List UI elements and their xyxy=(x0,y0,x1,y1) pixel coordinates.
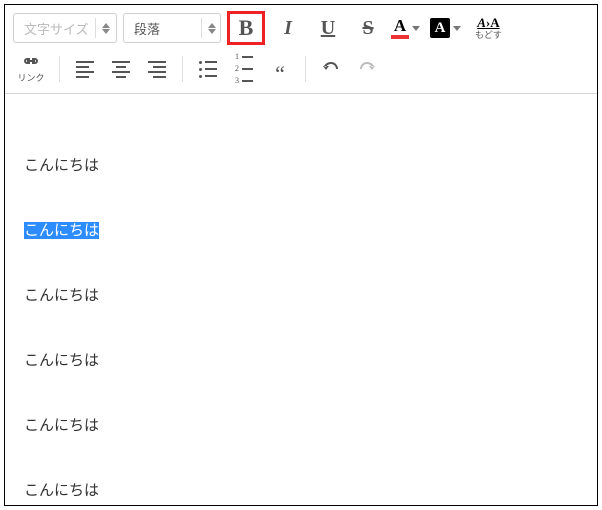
redo-button[interactable] xyxy=(352,54,382,84)
align-center-icon xyxy=(112,61,130,78)
align-left-button[interactable] xyxy=(70,54,100,84)
redo-icon xyxy=(358,58,376,81)
paragraph-line[interactable]: こんにちは xyxy=(24,349,578,370)
chevron-down-icon xyxy=(412,26,420,31)
underline-button[interactable]: U xyxy=(311,13,345,43)
paragraph-line[interactable]: こんにちは xyxy=(24,219,578,240)
align-left-icon xyxy=(76,61,94,78)
italic-button[interactable]: I xyxy=(271,13,305,43)
italic-icon: I xyxy=(284,17,292,40)
paragraph-line[interactable]: こんにちは xyxy=(24,414,578,435)
undo-icon xyxy=(322,58,340,81)
paragraph-label: 段落 xyxy=(134,19,195,38)
align-right-button[interactable] xyxy=(142,54,172,84)
underline-icon: U xyxy=(321,17,335,40)
highlight-color-button[interactable]: A xyxy=(430,18,461,38)
align-right-icon xyxy=(148,61,166,78)
bold-button[interactable]: B xyxy=(227,11,265,45)
font-size-select[interactable]: 文字サイズ xyxy=(13,13,117,43)
editor-area-wrap: こんにちは こんにちは こんにちは こんにちは こんにちは こんにちは xyxy=(4,93,598,506)
toolbar-row-1: 文字サイズ 段落 B I U S xyxy=(13,11,589,45)
bold-icon: B xyxy=(239,15,254,41)
align-center-button[interactable] xyxy=(106,54,136,84)
link-icon xyxy=(20,54,42,72)
paragraph-line[interactable]: こんにちは xyxy=(24,284,578,305)
bullet-list-button[interactable] xyxy=(193,54,223,84)
ordered-list-button[interactable]: 1 2 3 xyxy=(229,54,259,84)
blockquote-button[interactable]: “ xyxy=(265,54,295,84)
spinner-icon xyxy=(208,23,216,34)
ordered-list-icon: 1 2 3 xyxy=(235,53,253,85)
paragraph-line[interactable]: こんにちは xyxy=(24,479,578,500)
link-button[interactable]: リンク xyxy=(13,54,49,84)
paragraph-line[interactable]: こんにちは xyxy=(24,154,578,175)
clear-format-icon: A›A xyxy=(477,16,499,29)
paragraph-select[interactable]: 段落 xyxy=(123,13,221,43)
toolbar: 文字サイズ 段落 B I U S xyxy=(5,5,597,87)
editor-frame: 文字サイズ 段落 B I U S xyxy=(4,4,598,506)
text-color-button[interactable]: A xyxy=(391,17,420,39)
toolbar-row-2: リンク xyxy=(13,51,589,87)
strikethrough-button[interactable]: S xyxy=(351,13,385,43)
spinner-icon xyxy=(102,23,110,34)
editor-content[interactable]: こんにちは こんにちは こんにちは こんにちは こんにちは こんにちは xyxy=(4,94,598,506)
clear-format-button[interactable]: A›A もどす xyxy=(475,16,502,40)
text-color-icon: A xyxy=(394,17,406,34)
font-size-label: 文字サイズ xyxy=(24,19,89,38)
bullet-list-icon xyxy=(199,61,217,78)
strikethrough-icon: S xyxy=(362,17,373,40)
undo-button[interactable] xyxy=(316,54,346,84)
highlight-icon: A xyxy=(430,18,450,38)
quote-icon: “ xyxy=(275,60,285,79)
chevron-down-icon xyxy=(453,26,461,31)
selected-text[interactable]: こんにちは xyxy=(24,222,99,239)
